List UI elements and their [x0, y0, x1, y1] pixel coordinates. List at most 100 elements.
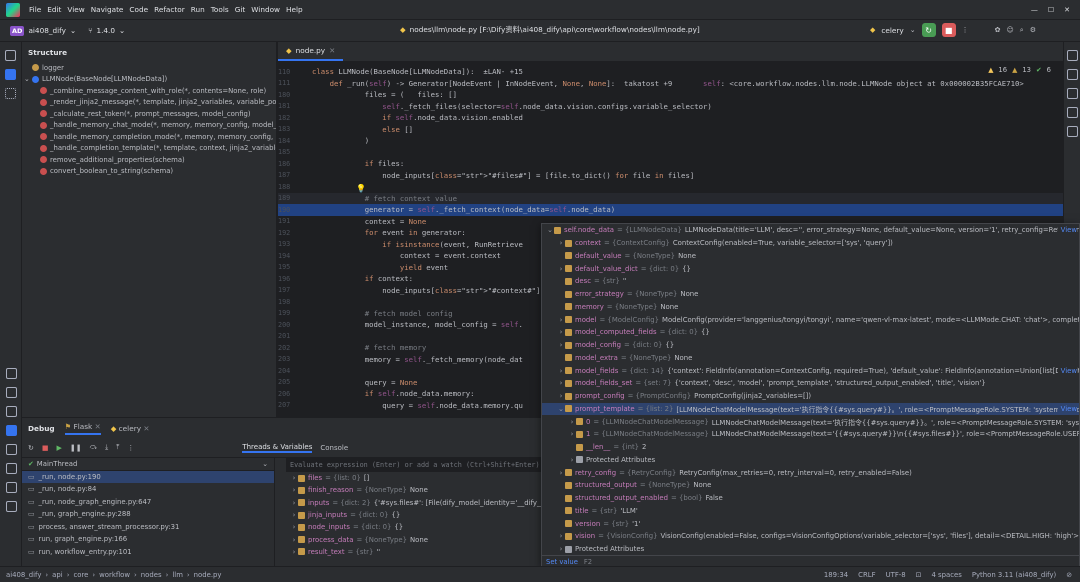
- line-number[interactable]: 110: [278, 68, 312, 76]
- expand-arrow-icon[interactable]: ⌄: [546, 226, 554, 234]
- inspector-row[interactable]: › context = {ContextConfig} ContextConfig(e…: [542, 237, 1079, 250]
- more-tools-icon[interactable]: [5, 88, 16, 99]
- json-icon[interactable]: [1066, 69, 1078, 80]
- structure-item[interactable]: _calculate_rest_token(*, prompt_messages…: [32, 108, 276, 120]
- breadcrumb-item[interactable]: api: [52, 571, 63, 579]
- expand-arrow-icon[interactable]: ›: [557, 532, 565, 540]
- database-icon[interactable]: [1066, 88, 1078, 99]
- inspector-row[interactable]: › 0 = {LLMNodeChatModelMessage} LLMNodeChat…: [542, 415, 1079, 428]
- debug-icon[interactable]: [5, 425, 17, 436]
- inspector-row[interactable]: structured_output_enabled = {bool} False: [542, 492, 1079, 505]
- menu-item-view[interactable]: View: [64, 5, 87, 14]
- step-into-icon[interactable]: ⤓: [105, 443, 108, 452]
- line-number[interactable]: 202: [278, 344, 312, 352]
- close-tab-icon[interactable]: ✕: [329, 46, 335, 55]
- line-number[interactable]: 187: [278, 171, 312, 179]
- line-number[interactable]: 111: [278, 79, 312, 87]
- expand-arrow-icon[interactable]: ›: [557, 469, 565, 477]
- structure-item[interactable]: remove_additional_properties(schema): [32, 154, 276, 166]
- python-packages-icon[interactable]: [5, 368, 17, 379]
- breadcrumb-item[interactable]: workflow: [99, 571, 130, 579]
- line-number[interactable]: 206: [278, 390, 312, 398]
- step-over-icon[interactable]: ⤼: [90, 443, 97, 452]
- inspector-row[interactable]: version = {str} '1': [542, 517, 1079, 530]
- line-number[interactable]: 199: [278, 309, 312, 317]
- tab-flask[interactable]: ⚑ Flask ✕: [64, 422, 101, 435]
- menu-item-refactor[interactable]: Refactor: [151, 5, 188, 14]
- line-number[interactable]: 189: [278, 194, 312, 202]
- indent-setting[interactable]: 4 spaces: [931, 571, 961, 579]
- menu-item-help[interactable]: Help: [283, 5, 306, 14]
- structure-item[interactable]: _handle_memory_chat_mode(*, memory, memo…: [32, 120, 276, 132]
- readonly-icon[interactable]: ⊘: [1066, 571, 1072, 579]
- expand-arrow-icon[interactable]: ›: [568, 430, 576, 438]
- inspector-row[interactable]: › vision = {VisionConfig} VisionConfig(enab…: [542, 530, 1079, 543]
- inspector-row[interactable]: › prompt_config = {PromptConfig} PromptConf…: [542, 390, 1079, 403]
- users-icon[interactable]: ☺: [1006, 26, 1013, 34]
- project-selector[interactable]: AD ai408_dify ⌄ ⑂ 1.4.0 ⌄: [10, 25, 125, 36]
- line-number[interactable]: 194: [278, 252, 312, 260]
- line-number[interactable]: 204: [278, 367, 312, 375]
- more-icon[interactable]: ⋮: [962, 26, 969, 34]
- line-number[interactable]: 191: [278, 217, 312, 225]
- inspector-row[interactable]: › default_value_dict = {dict: 0}{}: [542, 262, 1079, 275]
- breadcrumb-item[interactable]: llm: [172, 571, 183, 579]
- tab-console[interactable]: Console: [320, 444, 348, 452]
- line-number[interactable]: 193: [278, 240, 312, 248]
- inspector-row[interactable]: __len__ = {int} 2: [542, 441, 1079, 454]
- resume-icon[interactable]: ▶: [57, 444, 62, 452]
- expand-arrow-icon[interactable]: ›: [290, 486, 298, 494]
- line-number[interactable]: 195: [278, 263, 312, 271]
- inspector-row[interactable]: › retry_config = {RetryConfig} RetryConfig(…: [542, 466, 1079, 479]
- caret-position[interactable]: 189:34: [824, 571, 848, 579]
- expand-arrow-icon[interactable]: ›: [557, 392, 565, 400]
- menu-item-file[interactable]: File: [26, 5, 44, 14]
- menu-item-navigate[interactable]: Navigate: [88, 5, 127, 14]
- pause-icon[interactable]: ❚❚: [70, 444, 82, 452]
- inspector-row[interactable]: memory = {NoneType} None: [542, 301, 1079, 314]
- expand-arrow-icon[interactable]: ›: [290, 511, 298, 519]
- inspector-row[interactable]: › Protected Attributes: [542, 543, 1079, 556]
- expand-arrow-icon[interactable]: ›: [557, 379, 565, 387]
- line-number[interactable]: 181: [278, 102, 312, 110]
- stack-frame[interactable]: ▭ process, answer_stream_processor.py:31: [22, 521, 274, 534]
- expand-arrow-icon[interactable]: ›: [290, 474, 298, 482]
- problems-icon[interactable]: [5, 463, 17, 474]
- menu-item-git[interactable]: Git: [232, 5, 249, 14]
- expand-arrow-icon[interactable]: ›: [290, 548, 298, 556]
- breadcrumb-item[interactable]: ai408_dify: [6, 571, 41, 579]
- inspector-row[interactable]: › 1 = {LLMNodeChatModelMessage} LLMNodeChat…: [542, 428, 1079, 441]
- stack-frame[interactable]: ▭ _run, node.py:190: [22, 470, 274, 483]
- expand-arrow-icon[interactable]: ›: [290, 523, 298, 531]
- expand-arrow-icon[interactable]: ⌄: [557, 405, 565, 413]
- line-number[interactable]: 197: [278, 286, 312, 294]
- line-number[interactable]: 196: [278, 275, 312, 283]
- line-number[interactable]: 188: [278, 183, 312, 191]
- terminal-icon[interactable]: [5, 482, 17, 493]
- line-number[interactable]: 205: [278, 378, 312, 386]
- breadcrumb-item[interactable]: node.py: [194, 571, 222, 579]
- set-value-link[interactable]: Set value: [546, 558, 578, 566]
- menu-item-window[interactable]: Window: [248, 5, 283, 14]
- inspector-row[interactable]: default_value = {NoneType} None: [542, 250, 1079, 263]
- structure-item[interactable]: convert_boolean_to_string(schema): [32, 166, 276, 178]
- tab-threads-variables[interactable]: Threads & Variables: [242, 443, 313, 453]
- inspector-row[interactable]: › model_computed_fields = {dict: 0}{}: [542, 326, 1079, 339]
- expand-arrow-icon[interactable]: ›: [557, 367, 565, 375]
- structure-item[interactable]: _handle_completion_template(*, template,…: [32, 143, 276, 155]
- expand-arrow-icon[interactable]: ›: [557, 545, 565, 553]
- menu-item-run[interactable]: Run: [188, 5, 208, 14]
- line-number[interactable]: 207: [278, 401, 312, 409]
- view-link[interactable]: View: [1057, 226, 1077, 235]
- line-number[interactable]: 183: [278, 125, 312, 133]
- git-icon[interactable]: [5, 501, 17, 512]
- breadcrumb-item[interactable]: core: [73, 571, 88, 579]
- lock-icon[interactable]: ⊡: [916, 571, 922, 579]
- run-config-selector[interactable]: celery: [881, 26, 903, 35]
- expand-arrow-icon[interactable]: ›: [557, 341, 565, 349]
- inspector-row[interactable]: › Protected Attributes: [542, 454, 1079, 467]
- sciview-icon[interactable]: [1066, 107, 1078, 118]
- thread-selector[interactable]: ✔ MainThread ⌄: [22, 458, 274, 471]
- minimize-icon[interactable]: —: [1031, 6, 1038, 14]
- maximize-icon[interactable]: ☐: [1048, 6, 1054, 14]
